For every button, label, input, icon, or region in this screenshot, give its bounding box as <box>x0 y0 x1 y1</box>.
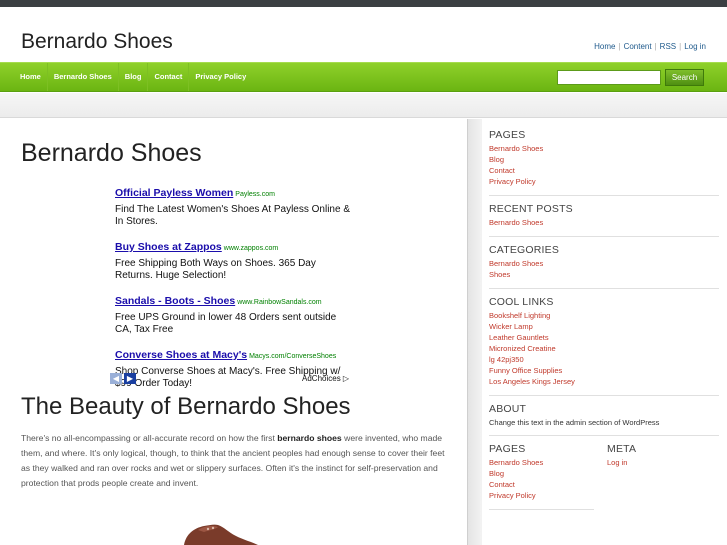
widget-recent-posts: RECENT POSTS Bernardo Shoes <box>489 203 573 228</box>
top-link-login[interactable]: Log in <box>684 42 706 51</box>
widget-title: PAGES <box>489 129 526 141</box>
sidebar-link[interactable]: Blog <box>489 154 543 165</box>
search-input[interactable] <box>557 70 661 85</box>
article-text: There's no all-encompassing or all-accur… <box>21 433 278 443</box>
top-link-rss[interactable]: RSS <box>660 42 676 51</box>
divider <box>489 195 719 196</box>
ad-url[interactable]: Payless.com <box>235 191 275 198</box>
sidebar: PAGES Bernardo Shoes Blog Contact Privac… <box>482 119 727 545</box>
divider <box>489 395 719 396</box>
sidebar-link[interactable]: Funny Office Supplies <box>489 365 575 376</box>
sidebar-link[interactable]: Bernardo Shoes <box>489 457 543 468</box>
ad-url[interactable]: Macys.com/ConverseShoes <box>249 353 336 360</box>
widget-categories: CATEGORIES Bernardo Shoes Shoes <box>489 244 559 280</box>
ad-item: Buy Shoes at Zappos www.zappos.com Free S… <box>115 237 355 282</box>
widget-pages: PAGES Bernardo Shoes Blog Contact Privac… <box>489 129 543 187</box>
widget-title: ABOUT <box>489 403 527 415</box>
ad-block: Official Payless Women Payless.com Find T… <box>115 183 355 399</box>
ad-text: Free UPS Ground in lower 48 Orders sent … <box>115 312 337 335</box>
widget-title: META <box>607 443 637 455</box>
divider <box>489 288 719 289</box>
ad-title[interactable]: Sandals - Boots - Shoes <box>115 295 235 307</box>
ad-url[interactable]: www.zappos.com <box>224 245 278 252</box>
divider <box>489 509 594 510</box>
sidebar-link[interactable]: Bernardo Shoes <box>489 258 559 269</box>
ad-pager: ◀ ▶ <box>110 373 136 384</box>
subheader-bar <box>0 93 727 118</box>
divider <box>489 435 719 436</box>
sidebar-link[interactable]: Privacy Policy <box>489 176 543 187</box>
nav-item-bernardo-shoes[interactable]: Bernardo Shoes <box>48 63 119 91</box>
sidebar-link[interactable]: Bernardo Shoes <box>489 143 543 154</box>
widget-meta: META Log in <box>607 443 636 468</box>
widget-title: PAGES <box>489 443 526 455</box>
nav-item-home[interactable]: Home <box>14 63 48 91</box>
sidebar-link[interactable]: Micronized Creatine <box>489 343 575 354</box>
site-header: Bernardo Shoes Home | Content | RSS | Log in <box>0 7 727 62</box>
nav-menu: Home Bernardo Shoes Blog Contact Privacy… <box>14 63 252 91</box>
about-text: Change this text in the admin section of… <box>489 418 660 427</box>
ad-title[interactable]: Converse Shoes at Macy's <box>115 349 247 361</box>
top-dark-bar <box>0 0 727 7</box>
divider <box>489 236 719 237</box>
ad-item: Sandals - Boots - Shoes www.RainbowSandal… <box>115 291 355 336</box>
widget-title: COOL LINKS <box>489 296 554 308</box>
main-nav: Home Bernardo Shoes Blog Contact Privacy… <box>0 62 727 92</box>
chevron-right-icon[interactable]: ▶ <box>124 373 136 384</box>
widget-pages-2: PAGES Bernardo Shoes Blog Contact Privac… <box>489 443 543 501</box>
ad-url[interactable]: www.RainbowSandals.com <box>237 299 321 306</box>
widget-title: CATEGORIES <box>489 244 560 256</box>
ad-text: Free Shipping Both Ways on Shoes. 365 Da… <box>115 258 316 281</box>
sidebar-link[interactable]: Bernardo Shoes <box>489 217 573 228</box>
ad-text: Find The Latest Women's Shoes At Payless… <box>115 204 350 227</box>
chevron-left-icon[interactable]: ◀ <box>110 373 122 384</box>
ad-title[interactable]: Buy Shoes at Zappos <box>115 241 222 253</box>
column-divider <box>467 119 482 545</box>
sidebar-link[interactable]: Contact <box>489 479 543 490</box>
ad-title[interactable]: Official Payless Women <box>115 187 233 199</box>
nav-item-contact[interactable]: Contact <box>148 63 190 91</box>
sidebar-link[interactable]: Leather Gauntlets <box>489 332 575 343</box>
article-title: The Beauty of Bernardo Shoes <box>21 393 351 420</box>
sidebar-link[interactable]: Contact <box>489 165 543 176</box>
ad-item: Official Payless Women Payless.com Find T… <box>115 183 355 228</box>
top-links: Home | Content | RSS | Log in <box>594 42 706 51</box>
widget-title: RECENT POSTS <box>489 203 573 215</box>
sidebar-link[interactable]: Blog <box>489 468 543 479</box>
sidebar-link[interactable]: Shoes <box>489 269 559 280</box>
sidebar-link[interactable]: Privacy Policy <box>489 490 543 501</box>
nav-item-privacy-policy[interactable]: Privacy Policy <box>189 63 252 91</box>
article-keyword: bernardo shoes <box>277 433 342 443</box>
widget-cool-links: COOL LINKS Bookshelf Lighting Wicker Lam… <box>489 296 575 387</box>
article-body: There's no all-encompassing or all-accur… <box>21 431 451 491</box>
site-title[interactable]: Bernardo Shoes <box>21 30 173 54</box>
sidebar-link[interactable]: Wicker Lamp <box>489 321 575 332</box>
search-button[interactable]: Search <box>665 69 704 86</box>
sidebar-link[interactable]: Los Angeles Kings Jersey <box>489 376 575 387</box>
page-title: Bernardo Shoes <box>21 139 202 167</box>
widget-about: ABOUT Change this text in the admin sect… <box>489 403 659 428</box>
adchoices-link[interactable]: AdChoices ▷ <box>302 374 349 383</box>
nav-item-blog[interactable]: Blog <box>119 63 149 91</box>
sidebar-link-login[interactable]: Log in <box>607 457 636 468</box>
sidebar-link[interactable]: lg 42pj350 <box>489 354 575 365</box>
ad-item: Converse Shoes at Macy's Macys.com/Conver… <box>115 345 355 390</box>
top-link-home[interactable]: Home <box>594 42 615 51</box>
sidebar-link[interactable]: Bookshelf Lighting <box>489 310 575 321</box>
shoe-image <box>184 524 258 545</box>
top-link-content[interactable]: Content <box>624 42 652 51</box>
